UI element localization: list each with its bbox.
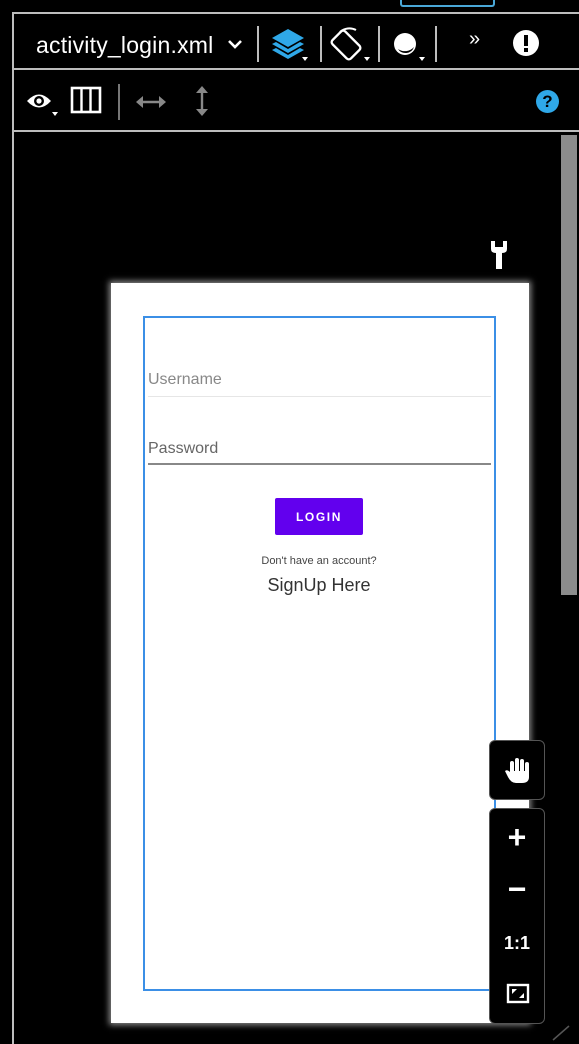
- password-underline: [148, 463, 491, 465]
- vertical-resize-icon[interactable]: [192, 84, 212, 118]
- eye-icon[interactable]: [24, 86, 64, 122]
- layout-selection-bounds[interactable]: [143, 316, 496, 991]
- zoom-in-button[interactable]: +: [490, 819, 544, 856]
- active-tab-indicator: [400, 0, 495, 7]
- resize-grip-icon[interactable]: [549, 1024, 571, 1042]
- login-button[interactable]: LOGIN: [275, 498, 363, 535]
- toolbar-separator: [320, 26, 322, 62]
- actual-size-button[interactable]: 1:1: [490, 933, 544, 954]
- layers-icon[interactable]: [268, 24, 312, 66]
- wrench-icon[interactable]: [488, 238, 510, 272]
- no-account-text: Don't have an account?: [261, 555, 377, 567]
- zoom-out-button[interactable]: −: [490, 871, 544, 908]
- pan-tool[interactable]: [489, 740, 545, 800]
- help-icon[interactable]: ?: [536, 90, 559, 113]
- overflow-icon[interactable]: »: [469, 28, 480, 51]
- theme-icon[interactable]: [388, 24, 432, 66]
- password-input[interactable]: Password: [148, 440, 491, 458]
- panel-left-border: [12, 132, 14, 1044]
- rotate-device-icon[interactable]: [330, 24, 374, 66]
- file-selector[interactable]: activity_login.xml: [36, 32, 213, 59]
- vertical-scrollbar[interactable]: [561, 135, 577, 595]
- signup-link[interactable]: SignUp Here: [200, 575, 438, 596]
- hand-icon: [505, 758, 529, 783]
- zoom-controls: + − 1:1: [489, 808, 545, 1024]
- toolbar-separator: [118, 84, 120, 120]
- toolbar-separator: [378, 26, 380, 62]
- toolbar-separator: [435, 26, 437, 62]
- warning-icon[interactable]: [511, 28, 541, 58]
- toolbar-separator: [257, 26, 259, 62]
- username-underline: [148, 396, 491, 397]
- chevron-down-icon[interactable]: [228, 38, 242, 50]
- columns-icon[interactable]: [70, 86, 104, 116]
- username-input[interactable]: Username: [148, 371, 491, 389]
- fit-screen-icon[interactable]: [506, 983, 530, 1005]
- horizontal-resize-icon[interactable]: [134, 92, 168, 112]
